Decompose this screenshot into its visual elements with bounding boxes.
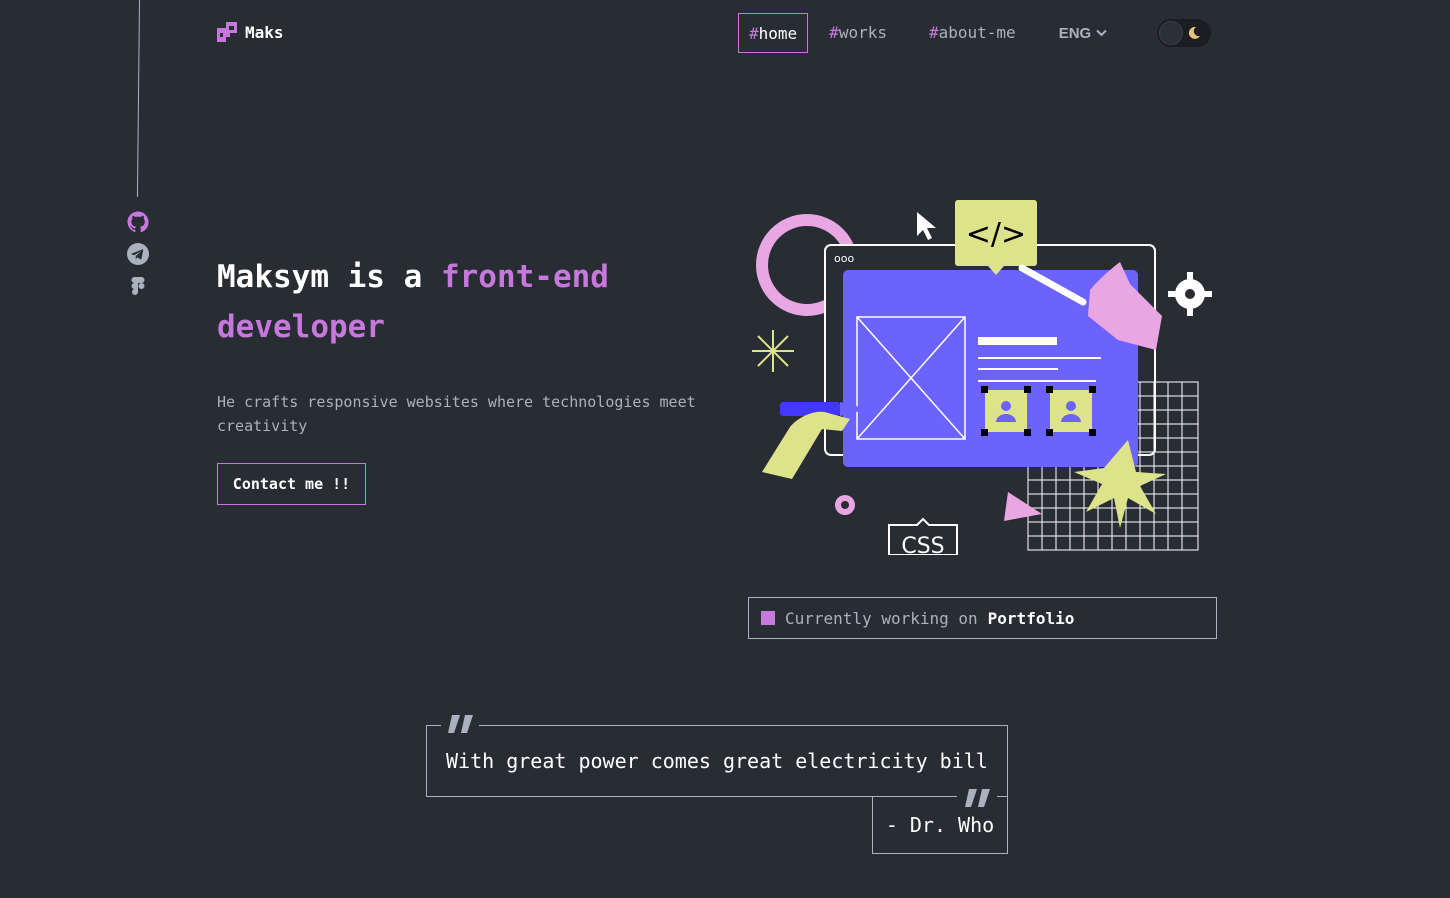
nav-label: works <box>838 23 887 42</box>
triangle-shape <box>1004 492 1042 521</box>
code-tag-text: </> <box>966 217 1026 252</box>
logo-icon <box>217 22 237 42</box>
social-links <box>126 210 150 298</box>
figma-icon[interactable] <box>126 274 150 298</box>
chevron-down-icon <box>1096 29 1107 37</box>
toggle-knob <box>1159 21 1184 45</box>
quote-close-icon <box>957 782 997 812</box>
quote-open-icon <box>441 708 479 738</box>
side-decoration-line <box>136 0 140 197</box>
nav-hash: # <box>928 23 939 42</box>
nav-label: about-me <box>938 23 1016 42</box>
status-prefix: Currently working on <box>785 608 978 628</box>
nav-hash: # <box>749 24 759 43</box>
nav-hash: # <box>829 23 839 42</box>
moon-icon <box>1189 26 1201 39</box>
contact-button[interactable]: Contact me !! <box>217 463 366 505</box>
quote-box: With great power comes great electricity… <box>426 725 1008 797</box>
github-icon[interactable] <box>126 210 150 234</box>
gear-icon <box>1168 272 1212 316</box>
main-nav: #home #works #about-me ENG <box>738 13 1212 53</box>
hero-title: Maksym is a front-end developer <box>217 252 737 352</box>
theme-toggle[interactable] <box>1157 19 1212 47</box>
window-dots: ooo <box>834 252 854 265</box>
nav-label: home <box>758 24 798 43</box>
text-line <box>978 337 1057 345</box>
current-work-status: Currently working on Portfolio <box>748 597 1217 639</box>
avatar-card <box>1046 386 1096 436</box>
page: Maks #home #works #about-me ENG Maksym i… <box>0 0 1450 898</box>
hero-title-prefix: Maksym is a <box>217 259 441 295</box>
developer-illustration: ooo </> CSS <box>752 200 1212 555</box>
language-label: ENG <box>1058 24 1092 42</box>
hero-description: He crafts responsive websites where tech… <box>217 393 696 435</box>
css-tag-text: CSS <box>901 534 944 555</box>
logo-text: Maks <box>245 22 284 42</box>
status-indicator <box>761 611 775 625</box>
cursor-icon <box>917 212 936 240</box>
nav-item-about-me[interactable]: #about-me <box>929 13 1016 53</box>
language-select[interactable]: ENG <box>1059 25 1108 42</box>
quote-author: - Dr. Who <box>885 812 995 837</box>
logo[interactable]: Maks <box>217 22 284 42</box>
nav-item-works[interactable]: #works <box>829 13 887 53</box>
quote-text: With great power comes great electricity… <box>446 749 988 773</box>
sparkle-icon <box>752 330 794 372</box>
telegram-icon[interactable] <box>126 242 150 266</box>
status-project: Portfolio <box>987 608 1075 628</box>
avatar-card <box>981 386 1031 436</box>
nav-item-home[interactable]: #home <box>738 13 809 53</box>
